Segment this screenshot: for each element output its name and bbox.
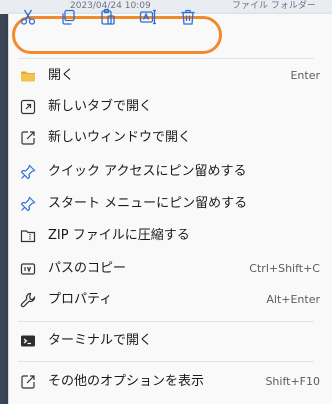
pin-icon — [20, 164, 36, 180]
menu-divider — [18, 361, 314, 362]
background-file-list-header: 2023/04/24 10:09 ファイル フォルダー — [0, 0, 332, 14]
menu-item-label: 新しいウィンドウで開く — [48, 130, 192, 145]
menu-item-shortcut: Enter — [290, 69, 320, 82]
menu-item-copy-path[interactable]: パスのコピー Ctrl+Shift+C — [8, 254, 324, 284]
wrench-icon — [20, 292, 36, 308]
menu-item-open[interactable]: 開く Enter — [8, 61, 324, 91]
menu-item-label: 開く — [48, 68, 75, 83]
menu-item-shortcut: Alt+Enter — [266, 293, 320, 306]
background-panel — [0, 14, 8, 404]
menu-item-shortcut: Shift+F10 — [265, 375, 320, 388]
clipboard-icon — [99, 8, 117, 30]
menu-item-label: その他のオプションを表示 — [48, 374, 205, 389]
trash-icon — [179, 8, 197, 30]
copy-path-icon — [20, 261, 36, 277]
new-window-icon — [20, 130, 36, 146]
menu-item-pin-start[interactable]: スタート メニューにピン留めする — [8, 189, 324, 219]
menu-item-open-terminal[interactable]: ターミナルで開く — [8, 326, 324, 356]
menu-item-label: パスのコピー — [48, 261, 127, 276]
pin-icon — [20, 196, 36, 212]
paste-button[interactable] — [96, 8, 120, 30]
menu-item-pin-quick-access[interactable]: クイック アクセスにピン留めする — [8, 157, 324, 187]
delete-button[interactable] — [176, 8, 200, 30]
menu-item-label: スタート メニューにピン留めする — [48, 196, 248, 211]
new-tab-icon — [20, 99, 36, 115]
menu-item-label: 新しいタブで開く — [48, 99, 153, 114]
menu-item-show-more-options[interactable]: その他のオプションを表示 Shift+F10 — [8, 367, 324, 397]
rename-icon — [139, 8, 157, 30]
menu-item-properties[interactable]: プロパティ Alt+Enter — [8, 285, 324, 315]
cut-button[interactable] — [16, 8, 40, 30]
toolbar-divider — [18, 58, 314, 59]
more-options-icon — [20, 374, 36, 390]
menu-item-compress-zip[interactable]: ZIP ファイルに圧縮する — [8, 221, 324, 251]
terminal-icon — [20, 333, 36, 349]
menu-item-open-new-tab[interactable]: 新しいタブで開く — [8, 92, 324, 122]
copy-button[interactable] — [56, 8, 80, 30]
rename-button[interactable] — [136, 8, 160, 30]
menu-item-label: ZIP ファイルに圧縮する — [48, 228, 190, 243]
background-type-text: ファイル フォルダー — [232, 1, 316, 11]
menu-item-shortcut: Ctrl+Shift+C — [249, 262, 320, 275]
menu-item-label: ターミナルで開く — [48, 333, 153, 348]
scissors-icon — [19, 8, 37, 30]
menu-item-open-new-window[interactable]: 新しいウィンドウで開く — [8, 123, 324, 153]
menu-item-label: クイック アクセスにピン留めする — [48, 164, 247, 179]
folder-icon — [20, 68, 36, 84]
copy-icon — [59, 8, 77, 30]
menu-item-label: プロパティ — [48, 292, 113, 307]
zip-icon — [20, 228, 36, 244]
menu-divider — [18, 321, 314, 322]
